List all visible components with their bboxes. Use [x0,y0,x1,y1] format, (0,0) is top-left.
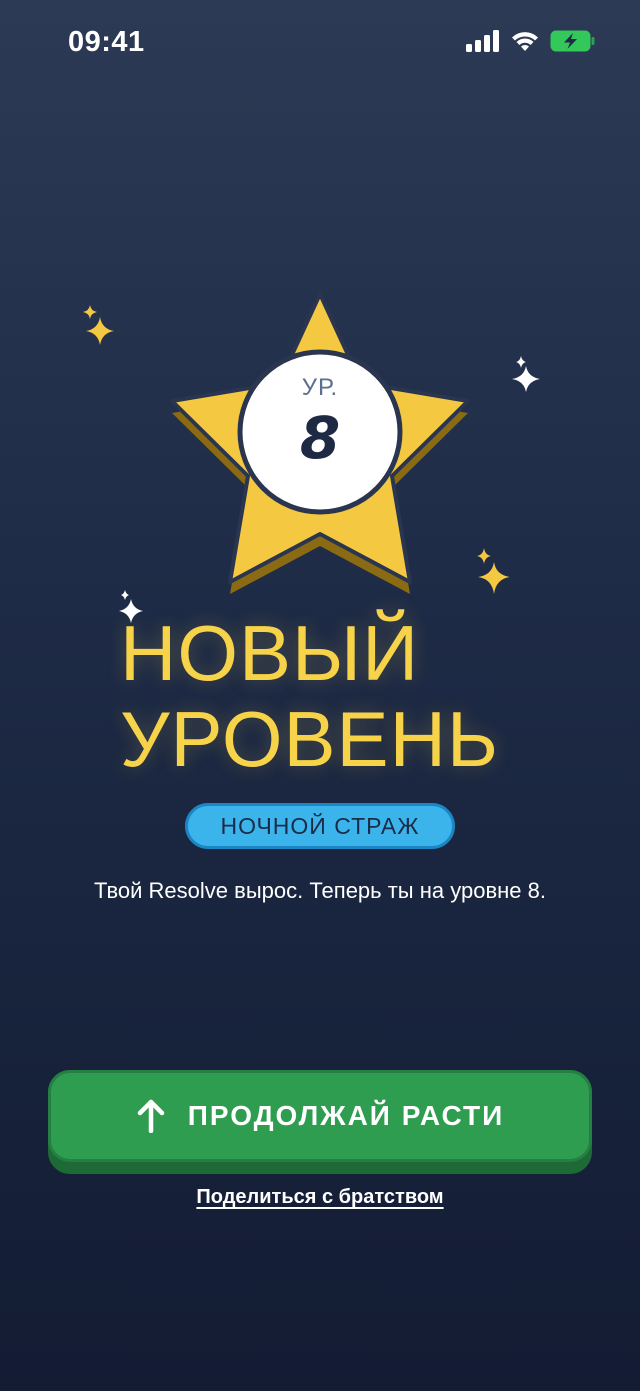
level-prefix: УР. [301,374,339,401]
keep-growing-label: ПРОДОЛЖАЙ РАСТИ [187,1100,505,1131]
new-level-title: НОВЫЙ УРОВЕНЬ [120,610,600,782]
level-star: УР. 8 [150,280,490,600]
battery-charging-icon [550,30,595,52]
status-icons [466,30,596,52]
title-line-1: НОВЫЙ [120,609,420,697]
keep-growing-button[interactable]: ПРОДОЛЖАЙ РАСТИ [48,1070,592,1174]
status-time: 09:41 [68,26,145,58]
level-number: 8 [299,404,341,472]
sparkle-icon [512,356,540,392]
sparkle-icon [83,305,114,345]
title-line-2: УРОВЕНЬ [120,695,500,783]
arrow-up-icon [137,1099,165,1133]
level-up-message: Твой Resolve вырос. Теперь ты на уровне … [94,878,546,903]
status-bar: 09:41 [0,0,640,90]
keep-growing-button-face[interactable]: ПРОДОЛЖАЙ РАСТИ [48,1070,592,1162]
wifi-icon [512,32,538,51]
signal-icon [466,30,499,52]
rank-badge: НОЧНОЙ СТРАЖ [185,803,455,849]
share-with-brotherhood-link[interactable]: Поделиться с братством [0,1186,640,1209]
